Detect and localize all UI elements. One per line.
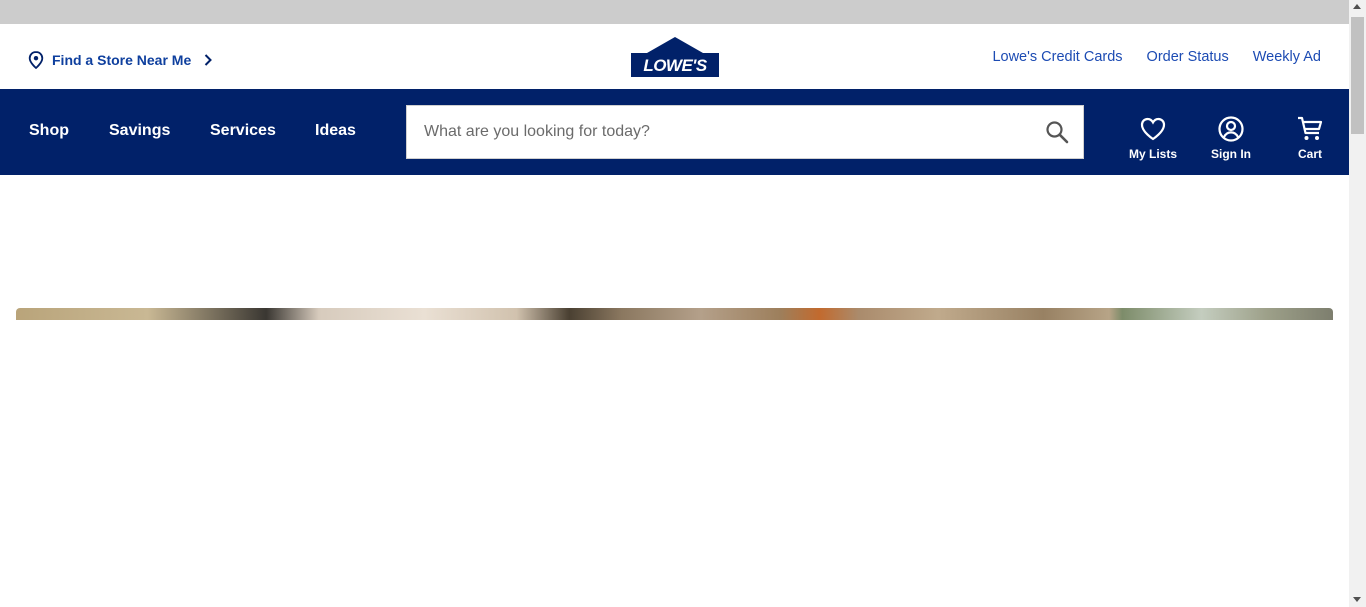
location-pin-icon (28, 51, 44, 69)
search-icon[interactable] (1045, 120, 1069, 144)
svg-text:LOWE'S: LOWE'S (643, 56, 708, 75)
cart-label: Cart (1297, 147, 1322, 161)
credit-cards-link[interactable]: Lowe's Credit Cards (992, 49, 1122, 65)
account-icon (1218, 116, 1244, 142)
nav-ideas[interactable]: Ideas (315, 122, 356, 140)
my-lists-button[interactable]: My Lists (1129, 115, 1177, 161)
sign-in-label: Sign In (1211, 147, 1251, 161)
heart-icon (1140, 117, 1166, 141)
nav-shop[interactable]: Shop (29, 122, 69, 140)
utility-links: Lowe's Credit Cards Order Status Weekly … (992, 49, 1321, 65)
find-store-label: Find a Store Near Me (52, 52, 192, 68)
scrollbar-thumb[interactable] (1351, 17, 1364, 134)
cart-icon (1298, 116, 1323, 140)
cart-button[interactable]: Cart (1296, 115, 1324, 161)
page-scrollbar[interactable] (1349, 0, 1366, 607)
top-strip (0, 0, 1349, 24)
scroll-up-arrow-icon[interactable] (1353, 4, 1361, 9)
main-nav: Shop Savings Services Ideas My Lists Sig… (0, 89, 1349, 175)
find-store-link[interactable]: Find a Store Near Me (28, 51, 213, 69)
weekly-ad-link[interactable]: Weekly Ad (1253, 49, 1321, 65)
hero-banner-image[interactable] (16, 308, 1333, 320)
nav-savings[interactable]: Savings (109, 122, 170, 140)
my-lists-label: My Lists (1129, 147, 1178, 161)
sign-in-button[interactable]: Sign In (1211, 115, 1251, 161)
lowes-logo[interactable]: LOWE'S (630, 36, 720, 78)
scroll-down-arrow-icon[interactable] (1353, 597, 1361, 602)
nav-services[interactable]: Services (210, 122, 276, 140)
order-status-link[interactable]: Order Status (1147, 49, 1229, 65)
chevron-right-icon (205, 54, 213, 66)
utility-bar: Find a Store Near Me LOWE'S Lowe's Credi… (0, 24, 1349, 89)
search-box (406, 105, 1084, 159)
search-input[interactable] (407, 106, 1027, 158)
